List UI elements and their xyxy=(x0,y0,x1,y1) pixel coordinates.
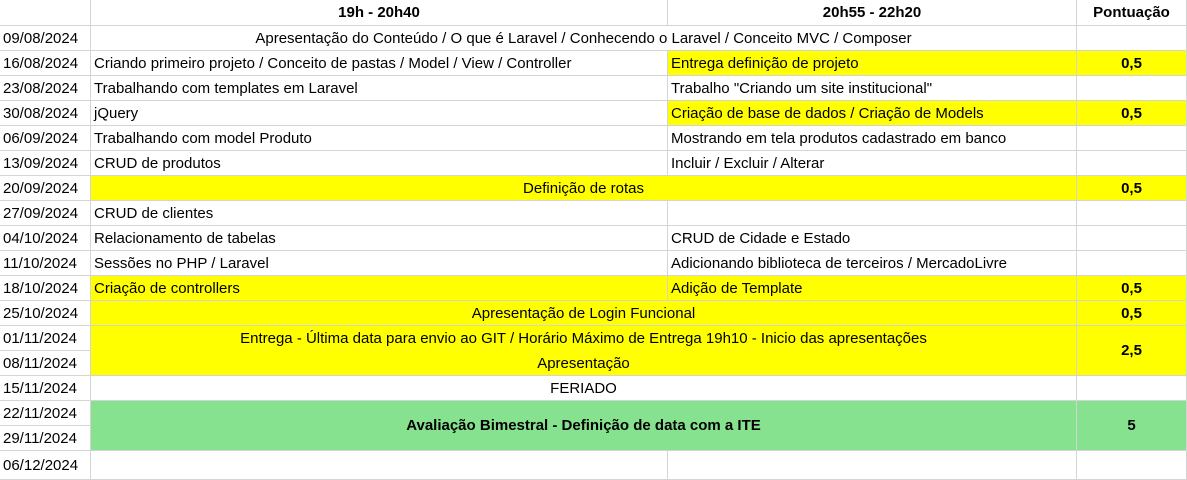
topic-col1-cell[interactable]: Trabalhando com model Produto xyxy=(91,126,668,151)
header-col-2[interactable]: 20h55 - 22h20 xyxy=(668,0,1077,26)
date-cell[interactable]: 29/11/2024 xyxy=(0,426,91,451)
score-cell[interactable] xyxy=(1077,76,1187,101)
topic-col1-cell[interactable]: CRUD de produtos xyxy=(91,151,668,176)
merged-topic-cell[interactable]: Apresentação de Login Funcional xyxy=(91,301,1077,326)
score-cell[interactable] xyxy=(1077,251,1187,276)
score-cell[interactable] xyxy=(1077,151,1187,176)
date-cell[interactable]: 13/09/2024 xyxy=(0,151,91,176)
date-cell[interactable]: 25/10/2024 xyxy=(0,301,91,326)
topic-col2-cell[interactable]: Entrega definição de projeto xyxy=(668,51,1077,76)
topic-col2-cell[interactable] xyxy=(668,451,1077,480)
topic-col2-cell[interactable]: CRUD de Cidade e Estado xyxy=(668,226,1077,251)
merged-topic-cell[interactable]: Apresentação xyxy=(91,351,1077,376)
date-cell[interactable]: 15/11/2024 xyxy=(0,376,91,401)
merged-topic-cell[interactable]: Definição de rotas xyxy=(91,176,1077,201)
topic-col2-cell[interactable] xyxy=(668,201,1077,226)
date-cell[interactable]: 18/10/2024 xyxy=(0,276,91,301)
date-cell[interactable]: 11/10/2024 xyxy=(0,251,91,276)
topic-col2-cell[interactable]: Incluir / Excluir / Alterar xyxy=(668,151,1077,176)
topic-col2-cell[interactable]: Adição de Template xyxy=(668,276,1077,301)
merged-topic-cell[interactable]: FERIADO xyxy=(91,376,1077,401)
date-cell[interactable]: 22/11/2024 xyxy=(0,401,91,426)
header-col-1[interactable]: 19h - 20h40 xyxy=(91,0,668,26)
topic-col1-cell[interactable]: Criando primeiro projeto / Conceito de p… xyxy=(91,51,668,76)
date-cell[interactable]: 23/08/2024 xyxy=(0,76,91,101)
score-cell[interactable]: 0,5 xyxy=(1077,101,1187,126)
score-cell[interactable]: 0,5 xyxy=(1077,301,1187,326)
score-cell[interactable]: 0,5 xyxy=(1077,51,1187,76)
date-cell[interactable]: 04/10/2024 xyxy=(0,226,91,251)
score-cell[interactable] xyxy=(1077,226,1187,251)
topic-col1-cell[interactable]: Trabalhando com templates em Laravel xyxy=(91,76,668,101)
date-cell[interactable]: 08/11/2024 xyxy=(0,351,91,376)
topic-col1-cell[interactable]: Sessões no PHP / Laravel xyxy=(91,251,668,276)
topic-col1-cell[interactable]: Relacionamento de tabelas xyxy=(91,226,668,251)
topic-col2-cell[interactable]: Trabalho "Criando um site institucional" xyxy=(668,76,1077,101)
date-cell[interactable]: 30/08/2024 xyxy=(0,101,91,126)
topic-col2-cell[interactable]: Adicionando biblioteca de terceiros / Me… xyxy=(668,251,1077,276)
date-cell[interactable]: 06/12/2024 xyxy=(0,451,91,480)
score-cell[interactable] xyxy=(1077,201,1187,226)
spreadsheet-grid: 19h - 20h40 20h55 - 22h20 Pontuação 09/0… xyxy=(0,0,1187,480)
date-cell[interactable]: 16/08/2024 xyxy=(0,51,91,76)
merged-topic-cell[interactable]: Avaliação Bimestral - Definição de data … xyxy=(91,401,1077,451)
score-cell[interactable]: 0,5 xyxy=(1077,276,1187,301)
header-score[interactable]: Pontuação xyxy=(1077,0,1187,26)
date-cell[interactable]: 20/09/2024 xyxy=(0,176,91,201)
header-date-cell[interactable] xyxy=(0,0,91,26)
topic-col2-cell[interactable]: Mostrando em tela produtos cadastrado em… xyxy=(668,126,1077,151)
topic-col1-cell[interactable]: Criação de controllers xyxy=(91,276,668,301)
topic-col2-cell[interactable]: Criação de base de dados / Criação de Mo… xyxy=(668,101,1077,126)
date-cell[interactable]: 06/09/2024 xyxy=(0,126,91,151)
score-cell[interactable] xyxy=(1077,451,1187,480)
merged-topic-cell[interactable]: Apresentação do Conteúdo / O que é Larav… xyxy=(91,26,1077,51)
score-cell[interactable]: 5 xyxy=(1077,401,1187,451)
topic-col1-cell[interactable] xyxy=(91,451,668,480)
topic-col1-cell[interactable]: jQuery xyxy=(91,101,668,126)
date-cell[interactable]: 27/09/2024 xyxy=(0,201,91,226)
date-cell[interactable]: 09/08/2024 xyxy=(0,26,91,51)
merged-topic-cell[interactable]: Entrega - Última data para envio ao GIT … xyxy=(91,326,1077,351)
score-cell[interactable] xyxy=(1077,26,1187,51)
score-cell[interactable] xyxy=(1077,126,1187,151)
score-cell[interactable]: 2,5 xyxy=(1077,326,1187,376)
date-cell[interactable]: 01/11/2024 xyxy=(0,326,91,351)
score-cell[interactable]: 0,5 xyxy=(1077,176,1187,201)
topic-col1-cell[interactable]: CRUD de clientes xyxy=(91,201,668,226)
score-cell[interactable] xyxy=(1077,376,1187,401)
